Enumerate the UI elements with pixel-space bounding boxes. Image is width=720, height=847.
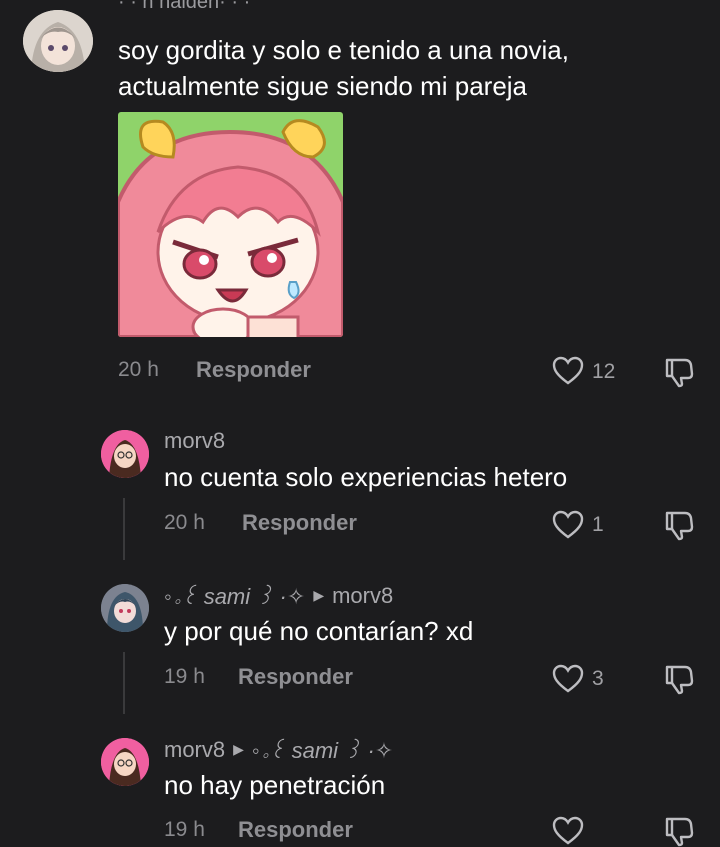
dislike-icon[interactable] bbox=[663, 509, 695, 541]
dislike-icon[interactable] bbox=[663, 663, 695, 695]
heart-icon[interactable] bbox=[552, 510, 584, 540]
reply-button[interactable]: Responder bbox=[242, 510, 357, 536]
avatar[interactable] bbox=[101, 430, 149, 478]
main-comment-like-count: 12 bbox=[592, 360, 616, 383]
reply-like-count: 3 bbox=[592, 667, 604, 690]
thread-line bbox=[123, 652, 125, 714]
heart-icon[interactable] bbox=[552, 664, 584, 694]
avatar[interactable] bbox=[23, 10, 93, 72]
reply-username[interactable]: ◦｡꒰ sami ꒱ ·✧ bbox=[164, 581, 305, 610]
reply-header: morv8 ▶ ◦｡꒰ sami ꒱ ·✧ bbox=[164, 735, 393, 764]
heart-icon[interactable] bbox=[552, 356, 584, 386]
reply-username[interactable]: morv8 bbox=[164, 428, 225, 454]
anime-sticker-image[interactable] bbox=[118, 112, 343, 337]
reply-text: no hay penetración bbox=[164, 770, 386, 800]
reply-header: ◦｡꒰ sami ꒱ ·✧ ▶ morv8 bbox=[164, 581, 393, 610]
reply-time: 20 h bbox=[164, 511, 205, 534]
main-comment-text-line1: soy gordita y solo e tenido a una novia, bbox=[118, 35, 569, 65]
reply-button[interactable]: Responder bbox=[238, 817, 353, 843]
avatar[interactable] bbox=[101, 738, 149, 786]
reply-text: no cuenta solo experiencias hetero bbox=[164, 462, 568, 492]
dislike-icon[interactable] bbox=[663, 815, 695, 847]
main-comment-text-line2: actualmente sigue siendo mi pareja bbox=[118, 71, 528, 101]
reply-button[interactable]: Responder bbox=[238, 664, 353, 690]
reply-to-username[interactable]: morv8 bbox=[332, 583, 393, 609]
dislike-icon[interactable] bbox=[663, 356, 695, 388]
reply-time: 19 h bbox=[164, 665, 205, 688]
reply-to-username[interactable]: ◦｡꒰ sami ꒱ ·✧ bbox=[252, 735, 393, 764]
reply-arrow-icon: ▶ bbox=[313, 587, 325, 603]
main-comment-time: 20 h bbox=[118, 358, 159, 381]
main-comment-username[interactable]: · · n haiden· · · bbox=[118, 0, 250, 14]
heart-icon[interactable] bbox=[552, 816, 584, 846]
reply-text: y por qué no contarían? xd bbox=[164, 616, 474, 646]
thread-line bbox=[123, 498, 125, 560]
reply-username[interactable]: morv8 bbox=[164, 737, 225, 763]
reply-like-count: 1 bbox=[592, 513, 604, 536]
reply-arrow-icon: ▶ bbox=[233, 741, 244, 757]
reply-time: 19 h bbox=[164, 818, 205, 841]
avatar[interactable] bbox=[101, 584, 149, 632]
main-comment-reply-button[interactable]: Responder bbox=[196, 357, 311, 383]
